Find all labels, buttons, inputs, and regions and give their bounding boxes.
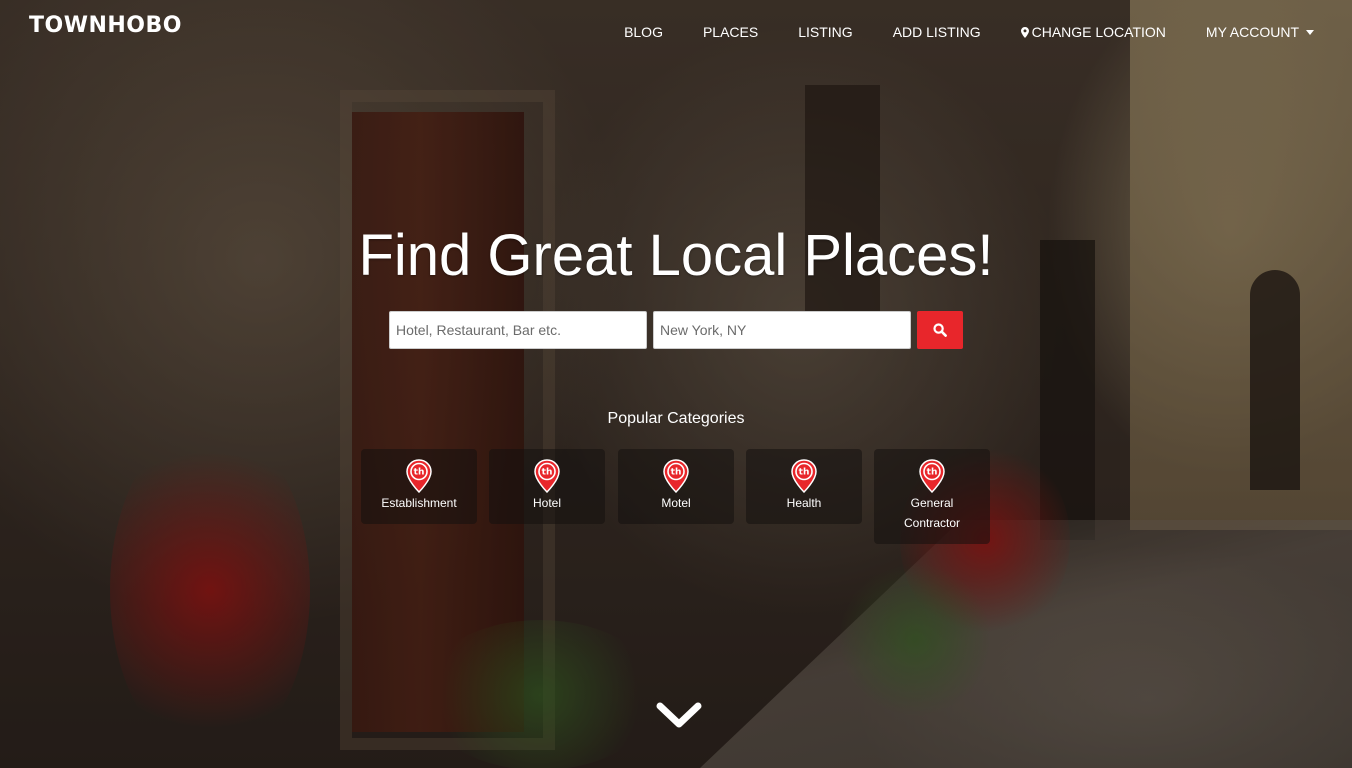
nav-places[interactable]: PLACES <box>703 24 758 40</box>
svg-text:th: th <box>671 468 682 478</box>
nav-listing[interactable]: LISTING <box>798 24 852 40</box>
location-pin-icon: th <box>791 459 817 493</box>
navbar: TOWNHOBO BLOG PLACES LISTING ADD LISTING… <box>0 0 1352 62</box>
background-overlay <box>0 0 1352 768</box>
category-hotel[interactable]: th Hotel <box>489 449 605 524</box>
search-what-input[interactable] <box>389 311 647 349</box>
category-label: Hotel <box>532 496 561 510</box>
location-pin-icon: th <box>663 459 689 493</box>
search-icon <box>933 323 947 337</box>
chevron-down-icon[interactable] <box>656 698 702 732</box>
nav-my-account[interactable]: MY ACCOUNT <box>1206 24 1314 40</box>
category-label: Health <box>786 496 822 510</box>
popular-categories-title: Popular Categories <box>607 410 745 427</box>
location-pin-icon: th <box>919 459 945 493</box>
svg-text:th: th <box>927 468 938 478</box>
location-pin-icon: th <box>406 459 432 493</box>
map-marker-icon <box>1020 26 1029 38</box>
nav-menu: BLOG PLACES LISTING ADD LISTING CHANGE L… <box>604 22 1352 42</box>
search-button[interactable] <box>917 311 963 349</box>
category-health[interactable]: th Health <box>746 449 862 524</box>
svg-text:th: th <box>414 468 425 478</box>
svg-text:th: th <box>799 468 810 478</box>
category-establishment[interactable]: th Establishment <box>361 449 477 524</box>
category-label: General Contractor <box>903 496 961 530</box>
hero-headline: Find Great Local Places! <box>358 223 994 288</box>
nav-my-account-label: MY ACCOUNT <box>1205 24 1299 40</box>
nav-blog[interactable]: BLOG <box>624 24 663 40</box>
category-label: Establishment <box>381 496 457 510</box>
search-location-input[interactable] <box>653 311 911 349</box>
nav-change-location-label: CHANGE LOCATION <box>1031 24 1166 40</box>
caret-down-icon <box>1306 29 1314 35</box>
brand-logo[interactable]: TOWNHOBO <box>29 13 182 38</box>
nav-add-listing[interactable]: ADD LISTING <box>893 24 981 40</box>
location-pin-icon: th <box>534 459 560 493</box>
svg-text:th: th <box>542 468 553 478</box>
category-motel[interactable]: th Motel <box>618 449 734 524</box>
nav-change-location[interactable]: CHANGE LOCATION <box>1020 24 1166 40</box>
category-label: Motel <box>661 496 691 510</box>
category-general-contractor[interactable]: th General Contractor <box>874 449 990 544</box>
hero-section: TOWNHOBO BLOG PLACES LISTING ADD LISTING… <box>0 0 1352 768</box>
